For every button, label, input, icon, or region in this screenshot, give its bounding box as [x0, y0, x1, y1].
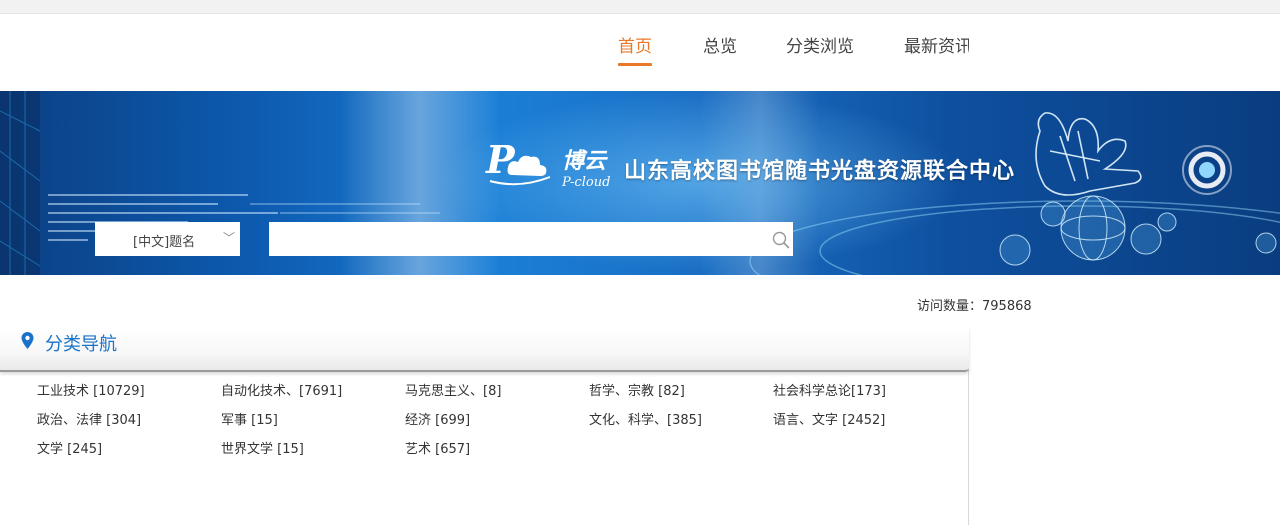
- search-field-selected: [中文]题名: [133, 235, 196, 250]
- category-link[interactable]: 马克思主义、[8]: [405, 380, 501, 399]
- pcloud-logo-icon: P: [485, 137, 551, 186]
- category-navigation-header: 分类导航: [0, 328, 969, 372]
- nav-home[interactable]: 首页: [618, 32, 652, 66]
- search-field-select[interactable]: [中文]题名 ﹀: [95, 222, 240, 256]
- banner: P 博云 P-cloud 山东高校图书馆随书光盘资源联合中心 [中文]题名 ﹀: [0, 91, 1280, 275]
- category-link[interactable]: 艺术 [657]: [405, 438, 470, 457]
- nav-clip: 最新资讯: [904, 32, 969, 57]
- category-link[interactable]: 社会科学总论[173]: [773, 380, 886, 399]
- brand-chinese-name: 博云: [562, 148, 607, 174]
- search-input[interactable]: [269, 222, 793, 256]
- category-link[interactable]: 政治、法律 [304]: [37, 409, 141, 428]
- category-link[interactable]: 自动化技术、[7691]: [221, 380, 342, 399]
- top-navigation: 首页 总览 分类浏览 最新资讯: [0, 14, 1280, 91]
- category-link[interactable]: 语言、文字 [2452]: [773, 409, 885, 428]
- visit-counter: 访问数量：795868: [917, 299, 1032, 314]
- nav-overview[interactable]: 总览: [703, 32, 737, 57]
- category-link[interactable]: 经济 [699]: [405, 409, 470, 428]
- nav-latest-news[interactable]: 最新资讯: [904, 37, 969, 57]
- search-icon[interactable]: [772, 231, 790, 249]
- category-link[interactable]: 文化、科学、[385]: [589, 409, 702, 428]
- brand-english-name: P-cloud: [562, 175, 611, 190]
- nav-category-browse[interactable]: 分类浏览: [786, 32, 854, 57]
- site-title: 山东高校图书馆随书光盘资源联合中心: [624, 159, 1016, 184]
- category-link[interactable]: 哲学、宗教 [82]: [589, 380, 685, 399]
- svg-text:P: P: [485, 137, 516, 182]
- chevron-down-icon: ﹀: [223, 231, 236, 245]
- category-link[interactable]: 世界文学 [15]: [221, 438, 304, 457]
- location-pin-icon: [21, 332, 34, 349]
- top-strip: [0, 0, 1280, 14]
- category-link[interactable]: 军事 [15]: [221, 409, 278, 428]
- category-link[interactable]: 工业技术 [10729]: [37, 380, 145, 399]
- category-link[interactable]: 文学 [245]: [37, 438, 102, 457]
- category-navigation-panel: 分类导航 工业技术 [10729] 自动化技术、[7691] 马克思主义、[8]…: [0, 328, 969, 525]
- category-navigation-title: 分类导航: [45, 334, 117, 355]
